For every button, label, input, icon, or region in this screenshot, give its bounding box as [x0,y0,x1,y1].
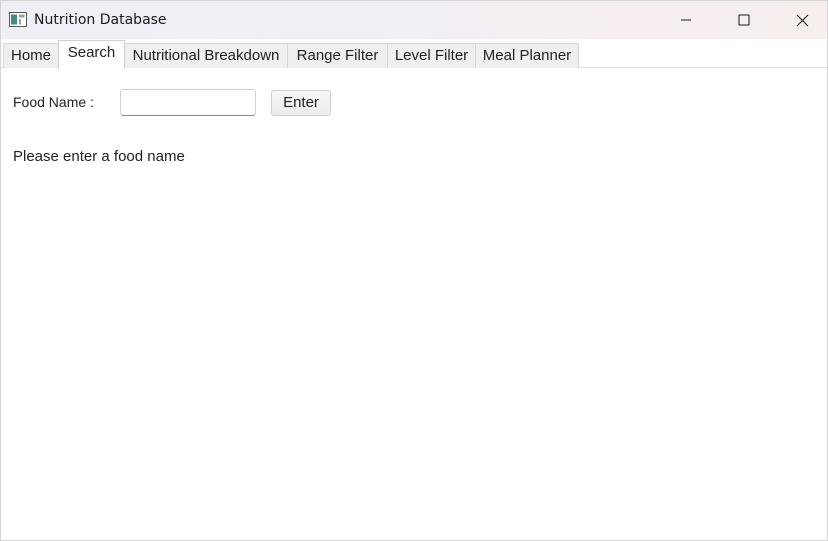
tab-level-filter[interactable]: Level Filter [387,43,476,68]
tab-nutritional-breakdown[interactable]: Nutritional Breakdown [124,43,288,68]
minimize-icon [681,19,691,21]
window-title: Nutrition Database [34,12,167,28]
food-name-label: Food Name : [13,94,94,110]
app-window: Nutrition Database Home Search Nutrition… [0,0,828,541]
java-app-icon [9,12,27,27]
food-name-input[interactable] [120,89,256,116]
close-icon [796,14,808,26]
search-panel: Food Name : Enter Please enter a food na… [1,68,827,540]
tab-home[interactable]: Home [3,43,59,68]
status-message: Please enter a food name [13,148,185,165]
maximize-button[interactable] [715,1,773,39]
tab-search[interactable]: Search [58,40,125,69]
enter-button[interactable]: Enter [271,90,331,116]
tab-strip: Home Search Nutritional Breakdown Range … [1,39,827,69]
tab-meal-planner[interactable]: Meal Planner [475,43,579,68]
title-bar[interactable]: Nutrition Database [1,1,827,39]
minimize-button[interactable] [657,1,715,39]
tab-range-filter[interactable]: Range Filter [287,43,388,68]
maximize-icon [738,14,750,26]
close-button[interactable] [773,1,827,39]
